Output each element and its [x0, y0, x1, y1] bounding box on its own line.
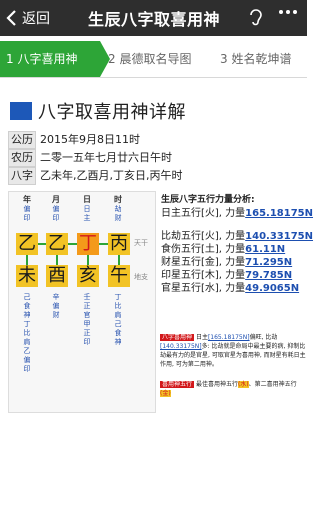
- heavenly-stem-month: 乙: [46, 233, 68, 255]
- relation-arrow: [118, 255, 120, 265]
- heading-marker-icon: [10, 102, 32, 120]
- tab-bazi-xiyongshen[interactable]: 1 八字喜用神: [0, 41, 110, 77]
- rizhu-strength-row: 日主五行[火], 力量165.18175N: [161, 208, 314, 219]
- element-strength-row: 食伤五行[土], 力量61.11N: [161, 244, 286, 255]
- note-tag: 喜用神五行: [160, 381, 195, 388]
- step-tabs: 1 八字喜用神 2 晨德取名导图 3 姓名乾坤谱: [0, 41, 307, 78]
- heavenly-stem-hour: 丙: [108, 233, 130, 255]
- hidden-stems-month: 辛偏财: [52, 293, 60, 319]
- ten-god-year: 偏印: [23, 205, 31, 222]
- gongli-row: 公历 2015年9月8日11时: [8, 131, 140, 149]
- element-strength-row: 比劫五行[火], 力量140.33175N: [161, 231, 314, 242]
- ear-icon[interactable]: [248, 9, 264, 27]
- col-header-day: 日: [83, 195, 91, 204]
- relation-arrow: [87, 255, 89, 265]
- bazi-label: 八字: [8, 167, 36, 185]
- gongli-value: 2015年9月8日11时: [40, 133, 140, 146]
- bazi-value: 乙未年,乙酉月,丁亥日,丙午时: [40, 169, 183, 182]
- back-label: 返回: [22, 11, 50, 27]
- tab-naming-map[interactable]: 2 晨德取名导图: [106, 41, 206, 77]
- earthly-branch-day: 亥: [77, 265, 99, 287]
- earthly-branch-hour: 午: [108, 265, 130, 287]
- hidden-stems-hour: 丁比肩己食神: [114, 293, 122, 346]
- analysis-title: 生辰八字五行力量分析:: [161, 195, 255, 205]
- element-strength-value: 79.785N: [245, 270, 293, 281]
- element-strength-value: 49.9065N: [245, 283, 300, 294]
- chevron-left-icon: [6, 10, 16, 26]
- rizhu-strength-value: 165.18175N: [245, 208, 314, 219]
- top-nav-bar: 返回 生辰八字取喜用神: [0, 0, 307, 36]
- nongli-label: 农历: [8, 149, 36, 167]
- element-strength-row: 财星五行[金], 力量71.295N: [161, 257, 293, 268]
- relation-arrow: [26, 255, 28, 265]
- relation-arrow: [67, 243, 77, 245]
- element-strength-value: 140.33175N: [245, 231, 314, 242]
- xiyongshen-element-note: 喜用神五行 最佳喜用神五行(水)、第二喜用神五行(金): [160, 381, 297, 397]
- nongli-row: 农历 二零一五年七月廿六日午时: [8, 149, 172, 167]
- tab-name-spectrum[interactable]: 3 姓名乾坤谱: [220, 41, 307, 77]
- side-label-dizhi: 地支: [134, 273, 148, 281]
- ten-god-hour: 劫财: [114, 205, 122, 222]
- element-strength-value: 71.295N: [245, 257, 293, 268]
- gongli-label: 公历: [8, 131, 36, 149]
- page-title: 生辰八字取喜用神: [87, 10, 220, 29]
- more-dot-icon: [279, 10, 283, 14]
- five-elements-analysis: 生辰八字五行力量分析: 日主五行[火], 力量165.18175N 比劫五行[火…: [161, 192, 314, 295]
- bazi-row: 八字 乙未年,乙酉月,丁亥日,丙午时: [8, 167, 183, 185]
- relation-arrow: [98, 243, 108, 245]
- heavenly-stem-year: 乙: [16, 233, 38, 255]
- col-header-hour: 时: [114, 195, 122, 204]
- heavenly-stem-day: 丁: [77, 233, 99, 255]
- earthly-branch-year: 未: [16, 265, 38, 287]
- note-tag: 八字喜用神: [160, 334, 195, 341]
- bazi-chart: 年 月 日 时 偏印 偏印 日主 劫财 乙 乙 丁 丙 天干 未 酉 亥 午 地…: [8, 191, 156, 413]
- element-strength-row: 官星五行[水], 力量49.9065N: [161, 283, 300, 294]
- nongli-value: 二零一五年七月廿六日午时: [40, 151, 172, 164]
- hidden-stems-year: 己食神丁比肩乙偏印: [23, 293, 31, 373]
- more-dot-icon: [286, 10, 290, 14]
- ten-god-day: 日主: [83, 205, 91, 222]
- relation-arrow: [37, 243, 46, 245]
- ten-god-month: 偏印: [52, 205, 60, 222]
- earthly-branch-month: 酉: [46, 265, 68, 287]
- back-button[interactable]: 返回: [6, 8, 50, 28]
- element-strength-value: 61.11N: [245, 244, 286, 255]
- heading-text: 八字取喜用神详解: [38, 102, 186, 123]
- side-label-tiangan: 天干: [134, 239, 148, 247]
- col-header-year: 年: [23, 195, 31, 204]
- more-dot-icon: [293, 10, 297, 14]
- xiyongshen-note: 八字喜用神 日主[165.18175N]偏旺, 比劫 [140.33175N]多…: [160, 334, 306, 368]
- hidden-stems-day: 壬正官甲正印: [83, 293, 91, 346]
- more-menu-button[interactable]: [279, 10, 297, 14]
- relation-arrow: [56, 255, 58, 265]
- section-heading: 八字取喜用神详解: [10, 98, 186, 124]
- col-header-month: 月: [52, 195, 60, 204]
- element-strength-row: 印星五行[木], 力量79.785N: [161, 270, 293, 281]
